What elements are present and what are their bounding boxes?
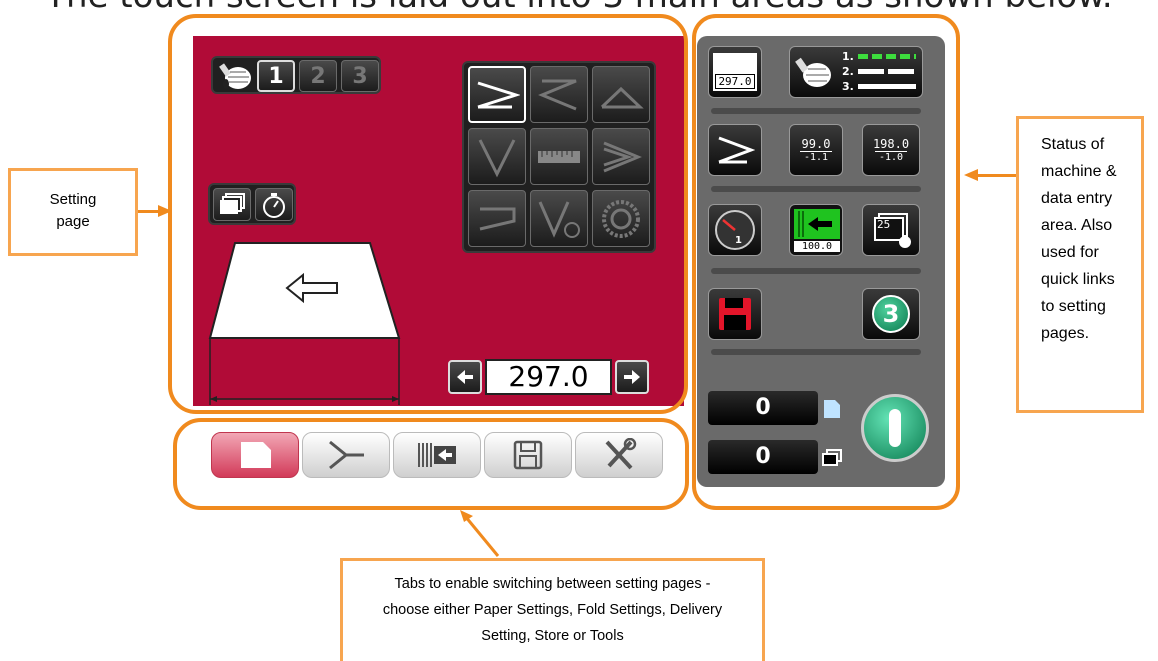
status-area-arrow-line: [975, 174, 1016, 177]
status-area-note: Status of machine & data entry area. Als…: [1016, 116, 1144, 413]
status-area-arrow-head: [964, 169, 978, 181]
setting-page-note: Setting page: [8, 168, 138, 256]
setting-page-arrow-head: [158, 205, 172, 217]
status-area-outline: [692, 14, 960, 510]
tabs-note: Tabs to enable switching between setting…: [340, 558, 765, 661]
tabs-outline: [173, 418, 689, 510]
tabs-arrow: [460, 510, 500, 557]
setting-page-outline: [168, 14, 688, 414]
screen: The touch screen is laid out into 3 main…: [0, 0, 1158, 661]
